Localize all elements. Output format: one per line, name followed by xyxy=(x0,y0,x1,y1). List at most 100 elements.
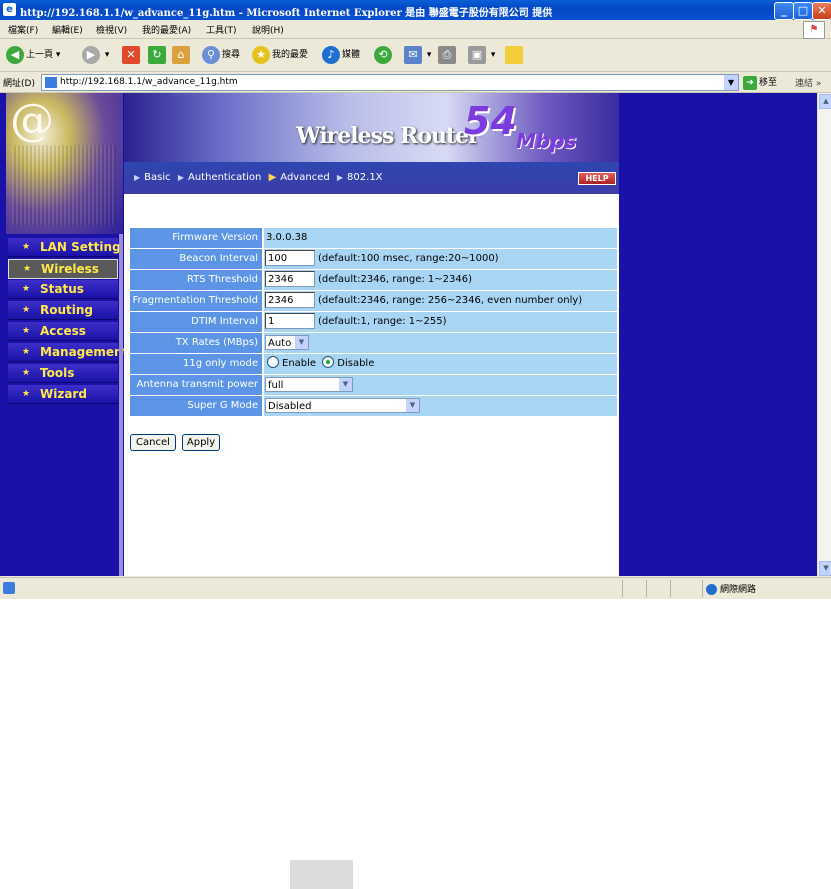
arrow-icon: ▶ xyxy=(134,173,141,182)
address-dropdown-icon[interactable]: ▼ xyxy=(724,75,738,90)
scroll-up-icon[interactable]: ▲ xyxy=(819,94,831,109)
help-button[interactable]: HELP xyxy=(578,172,616,185)
nav-routing[interactable]: ★ Routing xyxy=(8,301,118,320)
firmware-version: 3.0.0.38 xyxy=(266,232,308,243)
firmware-value: 3.0.0.38 xyxy=(264,228,617,248)
zone-label: 網際網路 xyxy=(720,585,757,595)
home-icon: ⌂ xyxy=(172,45,190,64)
print-button[interactable]: ⎙ xyxy=(438,45,458,65)
scroll-down-icon[interactable]: ▼ xyxy=(819,561,831,576)
back-button[interactable]: ◀ 上一頁 ▾ xyxy=(6,45,60,65)
active-arrow-icon: ▶ xyxy=(268,172,277,183)
row-frag: Fragmentation Threshold 2346 (default:234… xyxy=(130,291,617,311)
tab-basic[interactable]: Basic xyxy=(144,172,170,183)
media-icon: ♪ xyxy=(322,45,340,64)
favorites-label: 我的最愛 xyxy=(272,50,309,60)
nav-label: Management xyxy=(40,345,129,359)
antenna-selected: full xyxy=(268,380,284,391)
menu-tools[interactable]: 工具(T) xyxy=(206,23,237,36)
forward-arrow-icon: ▶ xyxy=(82,45,100,64)
settings-table: Firmware Version 3.0.0.38 Beacon Interva… xyxy=(130,228,617,417)
browser-window: e http://192.168.1.1/w_advance_11g.htm -… xyxy=(0,0,831,599)
enable-label: Enable xyxy=(282,358,317,369)
refresh-button[interactable]: ↻ xyxy=(148,45,168,65)
menu-help[interactable]: 說明(H) xyxy=(252,23,284,36)
status-divider xyxy=(670,580,671,597)
cancel-button[interactable]: Cancel xyxy=(130,434,176,451)
txrates-selected: Auto xyxy=(268,338,292,349)
arrow-icon: ▶ xyxy=(177,173,184,182)
only11g-value: Enable Disable xyxy=(264,354,617,374)
media-button[interactable]: ♪ 媒體 xyxy=(322,45,360,65)
maximize-button[interactable]: □ xyxy=(793,2,813,20)
nav-label: LAN Setting xyxy=(40,240,121,254)
antenna-label: Antenna transmit power xyxy=(130,375,262,395)
links-button[interactable]: 連結 » xyxy=(795,76,821,89)
tab-8021x[interactable]: 802.1X xyxy=(347,172,382,183)
row-txrates: TX Rates (MBps) Auto ▼ xyxy=(130,333,617,353)
enable-radio[interactable] xyxy=(267,356,279,368)
superg-label: Super G Mode xyxy=(130,396,262,416)
address-input[interactable]: http://192.168.1.1/w_advance_11g.htm ▼ xyxy=(41,74,739,91)
nav-management[interactable]: ★ Management xyxy=(8,343,128,362)
speed-number: 54 xyxy=(464,99,517,143)
txrates-select[interactable]: Auto ▼ xyxy=(265,335,309,350)
address-label: 網址(D) xyxy=(3,79,35,89)
edit-button[interactable]: ▣ ▾ xyxy=(468,45,495,65)
tab-advanced[interactable]: Advanced xyxy=(280,172,329,183)
nav-wizard[interactable]: ★ Wizard xyxy=(8,385,118,404)
antenna-select[interactable]: full ▼ xyxy=(265,377,353,392)
menu-file[interactable]: 檔案(F) xyxy=(8,23,38,36)
nav-status[interactable]: ★ Status xyxy=(8,280,118,299)
note-icon xyxy=(505,45,523,64)
mail-button[interactable]: ✉ ▾ xyxy=(404,45,431,65)
toolbar: ◀ 上一頁 ▾ ▶ ▾ ✕ ↻ ⌂ ⚲ 搜尋 ★ 我的最愛 ♪ 媒體 ⟲ ✉ ▾ ⎙ xyxy=(0,39,831,72)
favorites-button[interactable]: ★ 我的最愛 xyxy=(252,45,308,65)
beacon-input[interactable]: 100 xyxy=(265,250,315,266)
go-arrow-icon: ➔ xyxy=(743,76,757,90)
minimize-button[interactable]: _ xyxy=(774,2,794,20)
frag-input[interactable]: 2346 xyxy=(265,292,315,308)
row-dtim: DTIM Interval 1 (default:1, range: 1~255) xyxy=(130,312,617,332)
superg-select[interactable]: Disabled ▼ xyxy=(265,398,420,413)
rts-hint: (default:2346, range: 1~2346) xyxy=(318,274,472,285)
router-panel: Wireless Router 54 Mbps ▶ Basic ▶ Authenti… xyxy=(124,93,619,576)
menu-view[interactable]: 檢視(V) xyxy=(96,23,127,36)
stop-button[interactable]: ✕ xyxy=(122,45,142,65)
rts-value: 2346 (default:2346, range: 1~2346) xyxy=(264,270,617,290)
disable-radio[interactable] xyxy=(322,356,335,368)
status-divider xyxy=(646,580,647,597)
history-button[interactable]: ⟲ xyxy=(374,45,394,65)
forward-button[interactable]: ▶ ▾ xyxy=(82,45,109,65)
home-button[interactable]: ⌂ xyxy=(172,45,192,65)
nav-tools[interactable]: ★ Tools xyxy=(8,364,118,383)
rts-input[interactable]: 2346 xyxy=(265,271,315,287)
apply-button[interactable]: Apply xyxy=(182,434,220,451)
stop-icon: ✕ xyxy=(122,45,140,64)
frag-hint: (default:2346, range: 256~2346, even num… xyxy=(318,295,583,306)
dtim-input[interactable]: 1 xyxy=(265,313,315,329)
address-url: http://192.168.1.1/w_advance_11g.htm xyxy=(60,77,238,87)
tab-authentication[interactable]: Authentication xyxy=(188,172,261,183)
go-button[interactable]: ➔ 移至 xyxy=(743,75,777,90)
row-antenna: Antenna transmit power full ▼ xyxy=(130,375,617,395)
menu-favorites[interactable]: 我的最愛(A) xyxy=(142,23,191,36)
nav-access[interactable]: ★ Access xyxy=(8,322,118,341)
nav-wireless[interactable]: ★ Wireless xyxy=(8,259,118,279)
messenger-button[interactable] xyxy=(505,45,525,65)
only11g-label: 11g only mode xyxy=(130,354,262,374)
dtim-value: 1 (default:1, range: 1~255) xyxy=(264,312,617,332)
search-button[interactable]: ⚲ 搜尋 xyxy=(202,45,240,65)
menu-edit[interactable]: 編輯(E) xyxy=(52,23,83,36)
speed-unit: Mbps xyxy=(516,129,577,153)
close-button[interactable]: ✕ xyxy=(812,2,831,20)
security-zone: 網際網路 xyxy=(706,582,756,595)
page-footer-box xyxy=(290,860,353,889)
logo-pattern xyxy=(12,145,116,225)
star-bullet-icon: ★ xyxy=(22,305,31,315)
vertical-scrollbar[interactable]: ▲ ▼ xyxy=(817,93,831,576)
star-bullet-icon: ★ xyxy=(22,242,31,252)
star-bullet-icon: ★ xyxy=(22,347,31,357)
nav-lan-setting[interactable]: ★ LAN Setting xyxy=(8,238,121,257)
rts-label: RTS Threshold xyxy=(130,270,262,290)
